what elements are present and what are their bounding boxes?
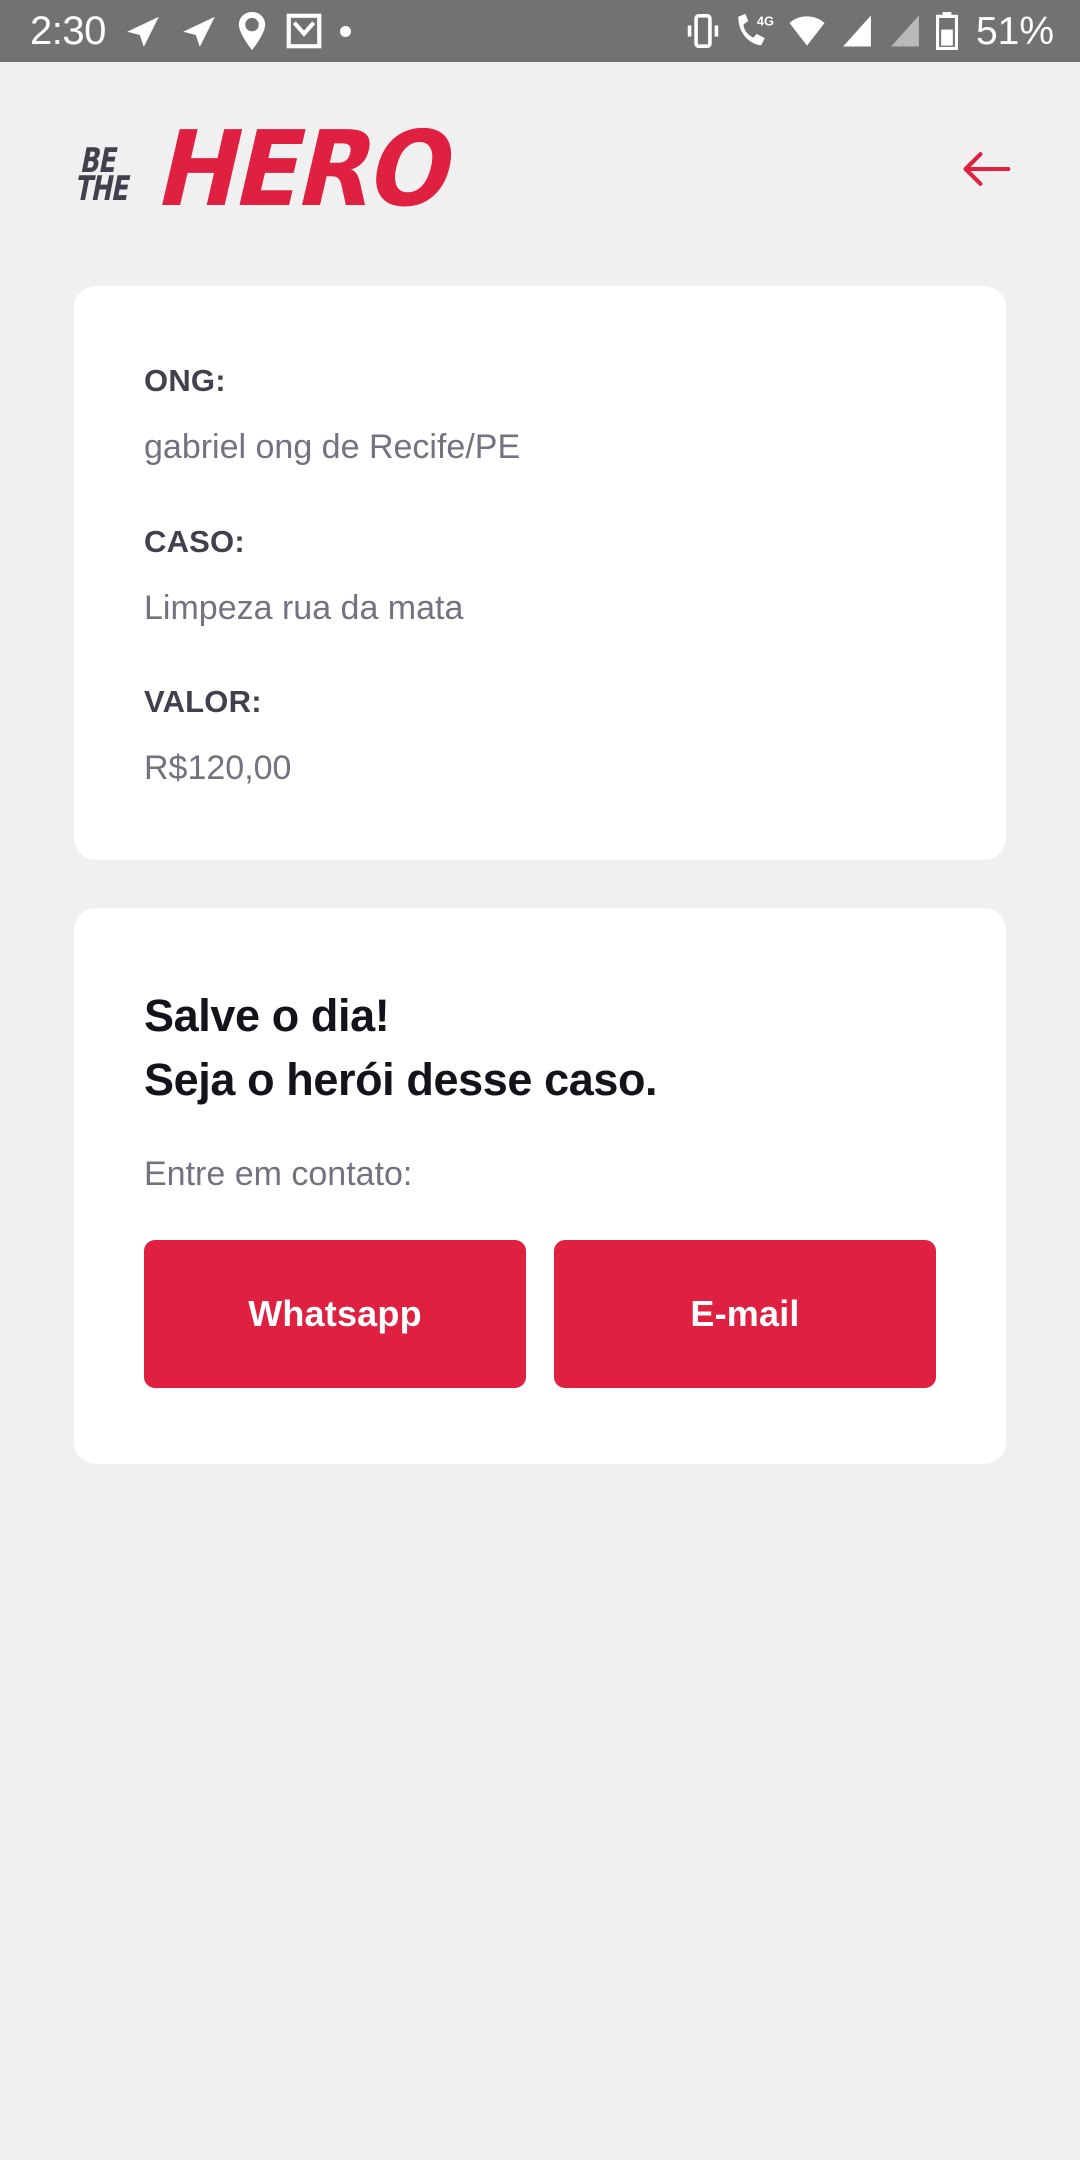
telegram-icon bbox=[124, 12, 162, 50]
battery-percent-label: 51% bbox=[976, 12, 1054, 51]
contact-headline-line-two: Seja o herói desse caso. bbox=[144, 1048, 936, 1112]
contact-card: Salve o dia! Seja o herói desse caso. En… bbox=[74, 908, 1006, 1465]
gmail-icon bbox=[286, 13, 322, 49]
svg-text:4G: 4G bbox=[757, 13, 774, 28]
logo-line-the: THE bbox=[73, 176, 131, 204]
back-button[interactable] bbox=[954, 139, 1018, 203]
arrow-left-icon bbox=[960, 143, 1012, 200]
status-bar-left: 2:30 bbox=[30, 11, 351, 51]
battery-icon bbox=[936, 12, 958, 50]
status-bar-right: 4G 51% bbox=[686, 12, 1054, 51]
whatsapp-button[interactable]: Whatsapp bbox=[144, 1240, 526, 1388]
telegram-icon-secondary bbox=[180, 12, 218, 50]
contact-actions: Whatsapp E-mail bbox=[144, 1240, 936, 1388]
field-label-ong: ONG: bbox=[144, 364, 936, 398]
email-button[interactable]: E-mail bbox=[554, 1240, 936, 1388]
call-4g-icon: 4G bbox=[734, 12, 774, 50]
location-pin-icon bbox=[236, 12, 268, 50]
logo-be-the: BE THE bbox=[72, 148, 149, 212]
field-valor: VALOR: R$120,00 bbox=[144, 685, 936, 790]
app-header: BE THE HERO bbox=[0, 62, 1080, 280]
app-logo: BE THE HERO bbox=[78, 130, 467, 211]
field-caso: CASO: Limpeza rua da mata bbox=[144, 525, 936, 630]
vibrate-icon bbox=[686, 13, 720, 49]
incident-detail-card: ONG: gabriel ong de Recife/PE CASO: Limp… bbox=[74, 286, 1006, 860]
contact-headline: Salve o dia! Seja o herói desse caso. bbox=[144, 984, 936, 1112]
logo-hero-wordmark: HERO bbox=[152, 130, 460, 211]
field-value-caso: Limpeza rua da mata bbox=[144, 587, 936, 630]
contact-headline-line-one: Salve o dia! bbox=[144, 984, 936, 1048]
field-label-valor: VALOR: bbox=[144, 685, 936, 719]
main-content: ONG: gabriel ong de Recife/PE CASO: Limp… bbox=[0, 286, 1080, 1464]
field-ong: ONG: gabriel ong de Recife/PE bbox=[144, 364, 936, 469]
signal-bars-secondary-icon bbox=[888, 14, 922, 48]
status-bar: 2:30 bbox=[0, 0, 1080, 62]
dot-icon bbox=[340, 26, 351, 37]
wifi-icon bbox=[788, 14, 826, 48]
status-clock: 2:30 bbox=[30, 11, 106, 51]
field-label-caso: CASO: bbox=[144, 525, 936, 559]
field-value-valor: R$120,00 bbox=[144, 747, 936, 790]
field-value-ong: gabriel ong de Recife/PE bbox=[144, 426, 936, 469]
signal-bars-icon bbox=[840, 14, 874, 48]
contact-prompt: Entre em contato: bbox=[144, 1154, 936, 1195]
